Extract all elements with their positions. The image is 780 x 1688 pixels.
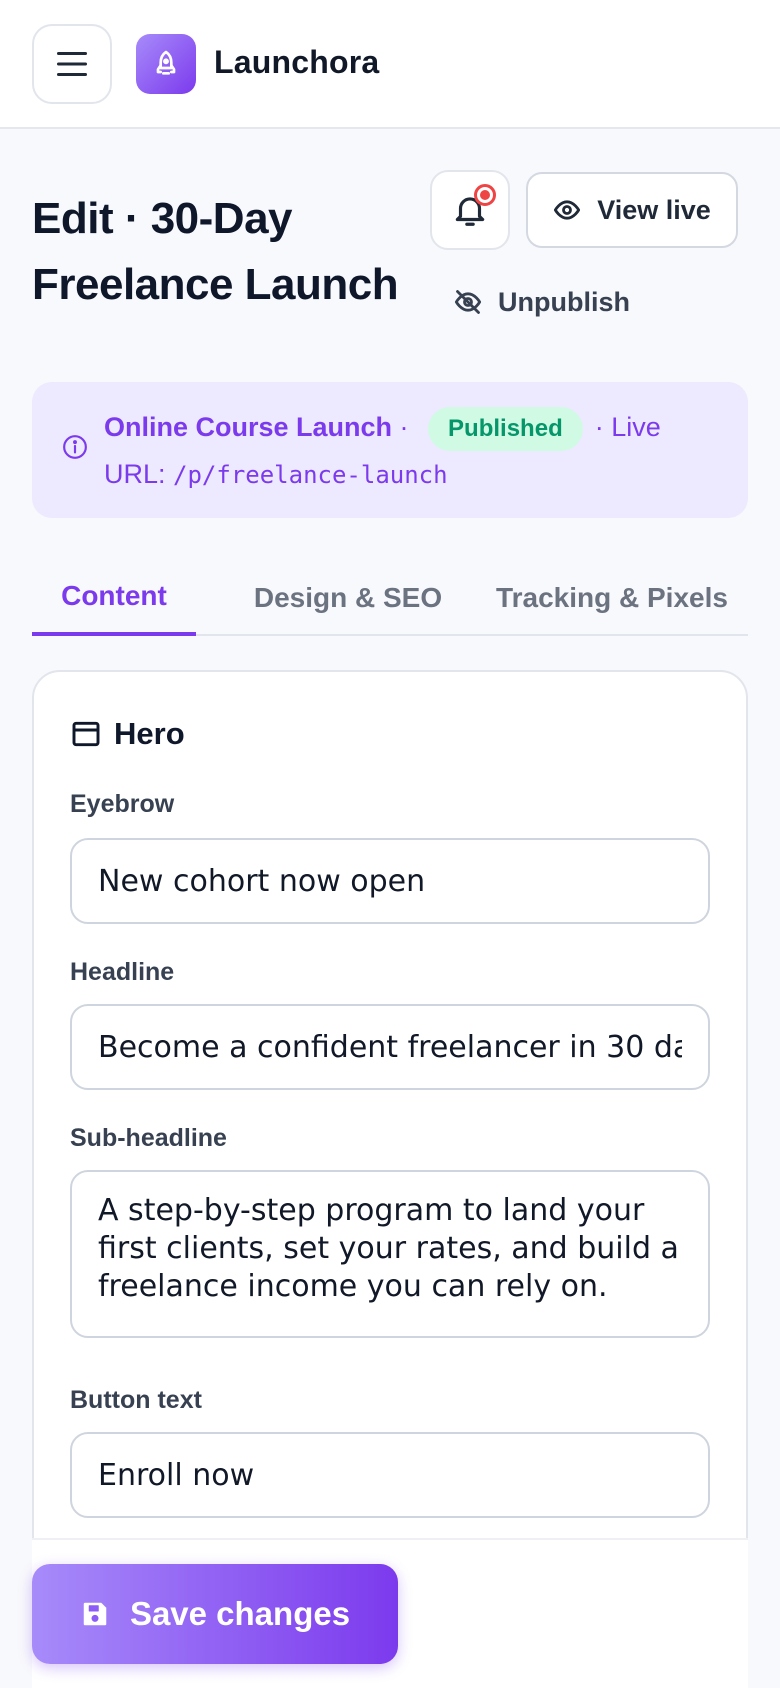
top-bar: Launchora bbox=[0, 0, 780, 129]
view-live-label: View live bbox=[597, 194, 711, 225]
save-changes-button[interactable]: Save changes bbox=[32, 1564, 398, 1664]
banner-text: Online Course Launch · Published · Live U… bbox=[104, 404, 724, 498]
brand-logo[interactable] bbox=[136, 34, 196, 94]
floppy-disk-icon bbox=[83, 1602, 107, 1626]
page-info-banner: Online Course Launch · Published · Live U… bbox=[32, 382, 748, 518]
editor-tabs: Content Design & SEO Tracking & Pixels bbox=[32, 560, 748, 636]
notification-dot bbox=[474, 184, 496, 206]
unpublish-button[interactable]: Unpublish bbox=[454, 278, 630, 326]
button-text-input[interactable] bbox=[70, 1432, 710, 1518]
live-url-value[interactable]: /p/freelance-launch bbox=[173, 461, 448, 489]
page-type-label: Online Course Launch bbox=[104, 412, 393, 442]
browser-window-icon bbox=[72, 721, 100, 747]
hero-section-title: Hero bbox=[114, 716, 185, 751]
tab-content[interactable]: Content bbox=[32, 560, 196, 636]
headline-label: Headline bbox=[70, 958, 175, 986]
menu-button[interactable] bbox=[32, 24, 112, 104]
eye-icon bbox=[554, 200, 581, 220]
tab-design-seo[interactable]: Design & SEO bbox=[228, 560, 468, 636]
eyebrow-label: Eyebrow bbox=[70, 790, 175, 818]
eye-off-icon bbox=[454, 290, 482, 314]
unpublish-label: Unpublish bbox=[498, 286, 630, 317]
brand-name: Launchora bbox=[214, 44, 380, 80]
save-changes-label: Save changes bbox=[129, 1595, 351, 1632]
subheadline-textarea[interactable]: A step-by-step program to land your firs… bbox=[70, 1170, 710, 1338]
view-live-button[interactable]: View live bbox=[526, 172, 738, 248]
headline-input[interactable] bbox=[70, 1004, 710, 1090]
status-badge: Published bbox=[428, 406, 583, 451]
menu-icon bbox=[57, 52, 87, 76]
hero-section-header: Hero bbox=[70, 716, 185, 752]
tab-tracking-pixels[interactable]: Tracking & Pixels bbox=[480, 560, 744, 636]
subheadline-label: Sub-headline bbox=[70, 1124, 227, 1152]
eyebrow-input[interactable] bbox=[70, 838, 710, 924]
info-icon bbox=[63, 435, 87, 459]
banner-separator: · bbox=[392, 412, 417, 442]
rocket-icon bbox=[156, 50, 176, 75]
page-title: Edit · 30-Day Freelance Launch bbox=[32, 194, 399, 309]
button-text-label: Button text bbox=[70, 1386, 202, 1414]
notifications-button[interactable] bbox=[430, 170, 510, 250]
hero-section-card: Hero Eyebrow Headline Sub-headline A ste… bbox=[32, 670, 748, 1688]
